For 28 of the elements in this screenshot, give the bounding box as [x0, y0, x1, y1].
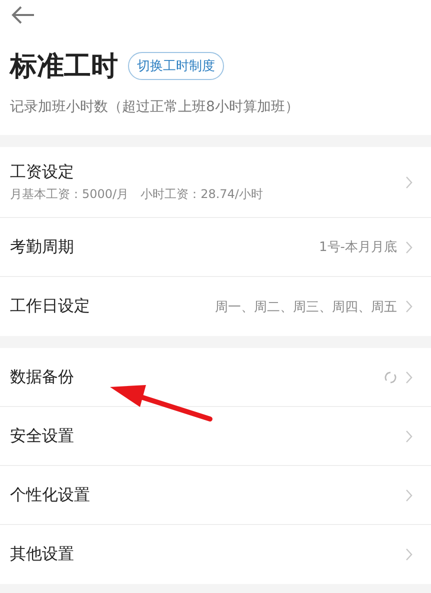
- chevron-icon: [405, 240, 413, 254]
- row-label: 考勤周期: [10, 236, 74, 258]
- chevron-icon: [405, 370, 413, 384]
- chevron-icon: [405, 300, 413, 313]
- chevron-icon: [405, 488, 413, 502]
- page-title: 标准工时: [10, 50, 118, 84]
- row-label: 数据备份: [10, 366, 74, 388]
- settings-row[interactable]: 安全设置: [0, 407, 431, 466]
- row-label: 工作日设定: [10, 296, 90, 317]
- switch-mode-button[interactable]: 切换工时制度: [128, 52, 224, 80]
- row-label: 个性化设置: [10, 484, 90, 506]
- row-detail: 月基本工资：5000/月 小时工资：28.74/小时: [10, 186, 263, 202]
- settings-row[interactable]: 个性化设置: [0, 466, 431, 525]
- row-label: 其他设置: [10, 544, 74, 565]
- settings-row[interactable]: 工作日设定 周一、周二、周三、周四、周五: [0, 277, 431, 336]
- settings-row[interactable]: 其他设置: [0, 525, 431, 584]
- chevron-icon: [405, 176, 413, 188]
- row-value: 周一、周二、周三、周四、周五: [215, 298, 397, 316]
- settings-row[interactable]: 考勤周期 1号-本月月底: [0, 218, 431, 277]
- sync-icon: [384, 370, 397, 384]
- chevron-icon: [405, 548, 413, 561]
- row-value: 1号-本月月底: [319, 239, 397, 256]
- settings-row[interactable]: 工资设定 月基本工资：5000/月 小时工资：28.74/小时: [0, 147, 431, 218]
- back-arrow-icon[interactable]: [10, 5, 36, 25]
- page-subtitle: 记录加班小时数（超过正常上班8小时算加班）: [10, 98, 300, 116]
- row-label: 安全设置: [10, 426, 74, 446]
- chevron-icon: [405, 430, 413, 442]
- row-label: 工资设定: [10, 162, 75, 182]
